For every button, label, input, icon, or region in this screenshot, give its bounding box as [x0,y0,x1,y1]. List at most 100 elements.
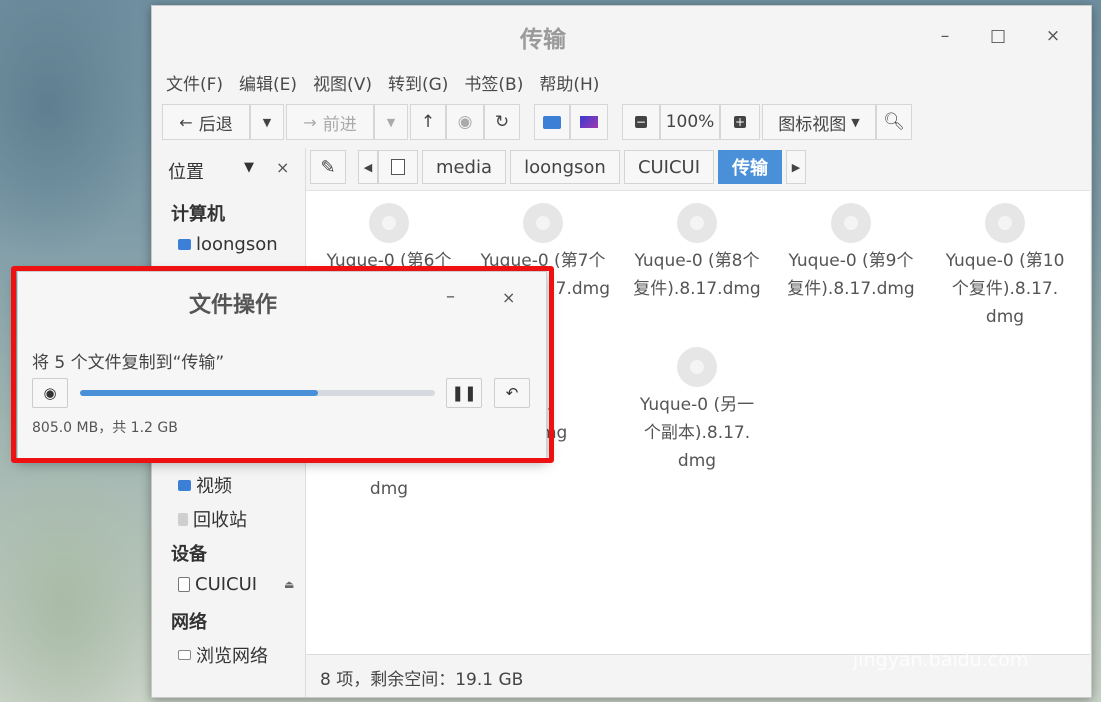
title-bar[interactable]: 传输 – □ × [152,6,1091,66]
path-scroll-right[interactable]: ▶ [786,150,806,184]
close-button[interactable]: × [1041,24,1065,48]
watermark-logo: Bai du 经验 [845,595,1091,641]
file-item[interactable]: Yuque-0 (第10 个复件).8.17. dmg [930,203,1080,331]
pause-icon: ❚❚ [451,384,477,402]
sidebar-item-drive[interactable]: CUICUI [178,574,257,595]
path-scroll-left[interactable]: ◀ [358,150,378,184]
sidebar-item-browse-network[interactable]: 浏览网络 [178,642,268,668]
sidebar-section-devices: 设备 [171,544,207,565]
pencil-icon: ✎ [320,156,336,178]
sidebar-item-label: CUICUI [195,574,258,595]
file-item[interactable]: Yuque-0 (第9个 复件).8.17.dmg [776,203,926,303]
home-button[interactable] [534,104,570,140]
menu-file[interactable]: 文件(F) [166,70,223,96]
sidebar-item-home[interactable]: loongson [178,234,278,255]
file-name-line3: dmg [677,451,717,471]
window-title: 传输 [520,27,566,53]
home-folder-icon [178,239,191,250]
path-segment-loongson[interactable]: loongson [510,150,620,184]
zoom-in-icon: + [734,115,746,129]
computer-button[interactable] [570,104,608,140]
maximize-button[interactable]: □ [986,24,1010,48]
sidebar-section-computer: 计算机 [171,204,225,225]
desktop-background [0,0,160,260]
videos-folder-icon [178,479,191,491]
menu-bar: 文件(F) 编辑(E) 视图(V) 转到(G) 书签(B) 帮助(H) [166,70,615,96]
chevron-right-icon: ▶ [791,160,801,174]
menu-help[interactable]: 帮助(H) [539,70,599,96]
minimize-button[interactable]: – [933,24,957,48]
file-name-line1: Yuque-0 (另一 [639,395,755,415]
sidebar-item-label: loongson [196,234,278,255]
dialog-minimize-button[interactable]: – [446,286,455,307]
show-details-button[interactable]: ◉ [32,378,68,408]
pause-button[interactable]: ❚❚ [446,378,482,408]
status-text: 8 项，剩余空间：19.1 GB [320,670,524,690]
file-name-line2: 复件).8.17.dmg [787,279,915,299]
chevron-down-icon: ▼ [386,115,396,129]
sidebar-item-label: 浏览网络 [196,646,268,667]
forward-history-dropdown[interactable]: ▼ [374,104,408,140]
network-icon [178,650,191,660]
zoom-in-button[interactable]: + [720,104,760,140]
file-item[interactable]: Yuque-0 (另一 个副本).8.17. dmg [622,347,772,475]
zoom-out-button[interactable]: − [622,104,660,140]
arrow-up-icon: ↑ [420,112,436,132]
file-name-line2: 复件).8.17.dmg [633,279,761,299]
forward-label: 前进 [322,114,357,135]
toolbar: ← 后退 ▼ → 前进 ▼ ↑ ◉ ↻ − 100% + 图标视图 ▼ 🔍︎ [162,104,1082,142]
zoom-out-icon: − [635,115,647,129]
disk-image-icon [985,203,1025,243]
dialog-close-button[interactable]: × [502,288,515,307]
search-button[interactable]: 🔍︎ [876,104,912,140]
path-segment-cuicui[interactable]: CUICUI [624,150,714,184]
file-operations-dialog: 文件操作 – × 将 5 个文件复制到“传输” ◉ ❚❚ ↶ 805.0 MB，… [17,271,547,460]
menu-go[interactable]: 转到(G) [388,70,448,96]
forward-button[interactable]: → 前进 [286,104,374,140]
disk-image-icon [677,347,717,387]
reload-button[interactable]: ↻ [484,104,520,140]
zoom-level[interactable]: 100% [660,104,720,140]
stop-button[interactable]: ◉ [446,104,484,140]
file-item[interactable]: Yuque-0 (第6个 [314,203,464,275]
up-button[interactable]: ↑ [410,104,446,140]
menu-view[interactable]: 视图(V) [313,70,372,96]
baidu-watermark: Bai du 经验 jingyan.baidu.com [845,585,1095,685]
path-root-button[interactable] [378,150,418,184]
file-item[interactable]: Yuque-0 (第8个 复件).8.17.dmg [622,203,772,303]
cancel-button[interactable]: ↶ [494,378,530,408]
path-segment-media[interactable]: media [422,150,506,184]
trash-icon [178,512,188,526]
file-name-line2: 个复件).8.17. [951,279,1059,299]
path-segment-transfer[interactable]: 传输 [718,150,782,184]
edit-location-button[interactable]: ✎ [310,150,346,184]
menu-edit[interactable]: 编辑(E) [239,70,297,96]
sidebar-close-button[interactable]: × [276,158,289,177]
view-mode-select[interactable]: 图标视图 ▼ [762,104,876,140]
back-history-dropdown[interactable]: ▼ [250,104,284,140]
watermark-url: jingyan.baidu.com [853,649,1029,671]
progress-detail: 805.0 MB，共 1.2 GB [32,420,178,436]
sidebar-section-network: 网络 [171,612,207,633]
record-icon: ◉ [43,384,57,402]
disk-image-icon [369,203,409,243]
stop-icon: ◉ [457,112,473,132]
sidebar-item-trash[interactable]: 回收站 [178,506,247,532]
chevron-down-icon: ▼ [851,115,860,129]
sidebar-item-videos[interactable]: 视频 [178,472,232,498]
copy-message: 将 5 个文件复制到“传输” [32,353,225,373]
file-name-line1: Yuque-0 (第10 [945,251,1065,271]
arrow-right-icon: → [303,112,317,132]
sidebar-item-label: 回收站 [193,510,247,531]
sidebar-mode-dropdown[interactable]: ▼ [244,160,254,175]
file-name-line2: 个副本).8.17. [643,423,751,443]
progress-bar [80,390,435,396]
disk-image-icon [831,203,871,243]
menu-bookmarks[interactable]: 书签(B) [464,70,523,96]
sidebar-item-label: 视频 [196,476,232,497]
file-name-line3: dmg [985,307,1025,327]
eject-icon[interactable]: ⏏ [284,578,294,591]
back-button[interactable]: ← 后退 [162,104,250,140]
home-folder-icon [543,115,561,129]
dialog-title: 文件操作 [188,293,277,318]
